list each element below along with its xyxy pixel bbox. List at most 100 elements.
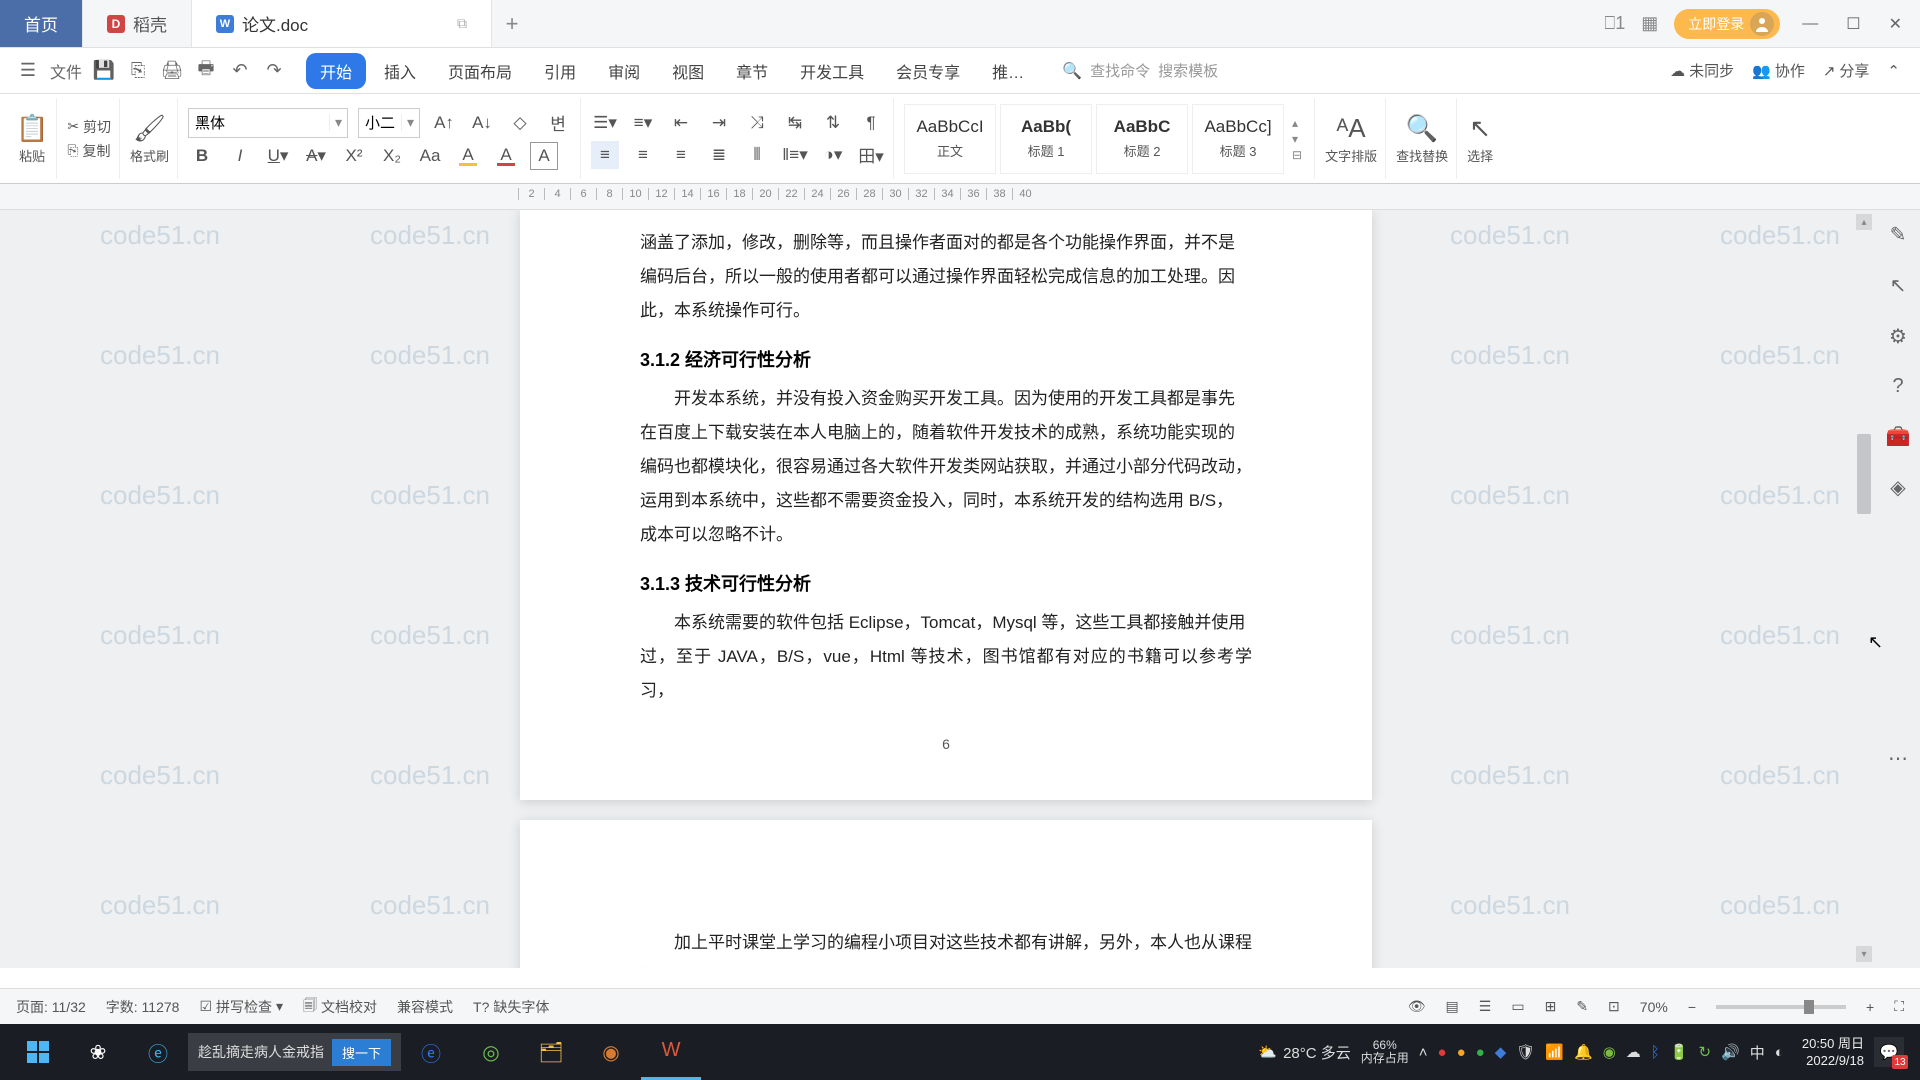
web-view-icon[interactable]: ⊞ — [1545, 998, 1557, 1015]
more-tools-icon[interactable]: ⋯ — [1888, 746, 1908, 771]
taskbar-search[interactable]: 趁乱摘走病人金戒指 搜一下 — [188, 1033, 401, 1071]
vertical-scrollbar[interactable]: ▴ ▾ — [1856, 214, 1872, 962]
scroll-up-icon[interactable]: ▴ — [1856, 214, 1872, 230]
document-area[interactable]: code51.cncode51.cncode51.cncode51.cncode… — [0, 210, 1920, 968]
clear-format-icon[interactable]: ◇ — [506, 109, 534, 137]
outline-view-icon[interactable]: ☰ — [1479, 998, 1492, 1015]
tab-page-layout[interactable]: 页面布局 — [434, 53, 526, 89]
zoom-level[interactable]: 70% — [1640, 999, 1668, 1015]
select-tool-icon[interactable]: ↖ — [1890, 273, 1907, 298]
settings-slider-icon[interactable]: ⚙ — [1889, 324, 1907, 349]
text-layout-button[interactable]: ᴬA文字排版 — [1325, 113, 1377, 165]
font-name-input[interactable] — [189, 109, 329, 137]
style-body[interactable]: AaBbCcI正文 — [904, 104, 996, 174]
zoom-thumb[interactable] — [1804, 1000, 1814, 1014]
grid-icon[interactable]: ▦ — [1641, 13, 1658, 34]
tab-chapters[interactable]: 章节 — [722, 53, 782, 89]
read-view-icon[interactable]: ▤ — [1446, 998, 1459, 1015]
phonetic-icon[interactable]: 변 — [544, 109, 572, 137]
redo-icon[interactable]: ↷ — [262, 59, 286, 83]
scroll-thumb[interactable] — [1857, 434, 1871, 514]
bell-icon[interactable]: 🔔 — [1574, 1043, 1593, 1061]
tab-detach-icon[interactable]: ⧉ — [457, 15, 467, 32]
bullets-button[interactable]: ☰▾ — [591, 109, 619, 137]
font-size-select[interactable]: ▾ — [358, 108, 420, 138]
tray-icon[interactable]: ● — [1457, 1044, 1466, 1061]
borders-button[interactable]: 田▾ — [857, 141, 885, 169]
tray-shield-icon[interactable]: 🛡 — [1516, 1043, 1535, 1061]
tray-icon[interactable]: ● — [1438, 1044, 1447, 1061]
font-name-select[interactable]: ▾ — [188, 108, 348, 138]
export-icon[interactable]: ⎘ — [126, 59, 150, 83]
increase-font-icon[interactable]: A↑ — [430, 109, 458, 137]
line-height-button[interactable]: ‖≡▾ — [781, 141, 809, 169]
tab-member[interactable]: 会员专享 — [882, 53, 974, 89]
copy-button[interactable]: ⎘ 复制 — [67, 141, 110, 161]
app-icon-1[interactable]: ◉ — [581, 1024, 641, 1080]
fit-width-icon[interactable]: ⊡ — [1608, 998, 1620, 1015]
status-word-count[interactable]: 字数: 11278 — [106, 997, 180, 1017]
align-right-button[interactable]: ≡ — [667, 141, 695, 169]
decrease-indent-button[interactable]: ⇤ — [667, 109, 695, 137]
fullscreen-icon[interactable]: ⛶ — [1894, 998, 1904, 1015]
scroll-down-icon[interactable]: ▾ — [1856, 946, 1872, 962]
style-heading3[interactable]: AaBbCc]标题 3 — [1192, 104, 1284, 174]
font-size-input[interactable] — [359, 109, 401, 137]
italic-button[interactable]: I — [226, 142, 254, 170]
paste-button[interactable]: 📋粘贴 — [16, 113, 48, 165]
zoom-out-button[interactable]: − — [1688, 999, 1696, 1015]
zoom-slider[interactable] — [1716, 1005, 1846, 1009]
align-justify-button[interactable]: ≣ — [705, 141, 733, 169]
tab-home[interactable]: 首页 — [0, 0, 83, 47]
tab-review[interactable]: 审阅 — [594, 53, 654, 89]
hamburger-icon[interactable]: ☰ — [16, 59, 40, 83]
status-spell-check[interactable]: ☑拼写检查▾ — [199, 997, 283, 1017]
superscript-button[interactable]: X² — [340, 142, 368, 170]
sync-status[interactable]: ☁未同步 — [1670, 60, 1734, 81]
status-compat-mode[interactable]: 兼容模式 — [397, 997, 453, 1017]
minimize-button[interactable]: — — [1796, 15, 1824, 33]
align-center-button[interactable]: ≡ — [629, 141, 657, 169]
styles-more-icon[interactable]: ⊟ — [1292, 148, 1302, 162]
eye-view-icon[interactable]: 👁 — [1408, 998, 1426, 1015]
wifi-icon[interactable]: 📶 — [1545, 1043, 1564, 1061]
tab-stops-button[interactable]: ↹ — [781, 109, 809, 137]
ie-icon[interactable]: ⓔ — [128, 1024, 188, 1080]
ruler[interactable]: 246810121416182022242628303234363840 — [0, 184, 1920, 210]
print-preview-icon[interactable]: 🖶 — [194, 59, 218, 83]
tray-circle-icon[interactable]: ◐ — [1775, 1044, 1784, 1061]
tab-view[interactable]: 视图 — [658, 53, 718, 89]
cut-button[interactable]: ✂ 剪切 — [67, 117, 111, 137]
highlight-view-icon[interactable]: ✎ — [1576, 998, 1588, 1015]
search-submit[interactable]: 搜一下 — [332, 1039, 391, 1066]
ime-indicator[interactable]: 中 — [1750, 1042, 1765, 1063]
tab-references[interactable]: 引用 — [530, 53, 590, 89]
distribute-button[interactable]: ⫴ — [743, 141, 771, 169]
battery-icon[interactable]: 🔋 — [1670, 1043, 1689, 1061]
char-border-button[interactable]: A — [530, 142, 558, 170]
undo-icon[interactable]: ↶ — [228, 59, 252, 83]
share-button[interactable]: ↗分享 — [1823, 60, 1870, 81]
line-spacing-button[interactable]: ⇅ — [819, 109, 847, 137]
start-button[interactable] — [8, 1024, 68, 1080]
tab-more[interactable]: 推… — [978, 53, 1038, 89]
chevron-down-icon[interactable]: ▾ — [329, 114, 347, 131]
status-doc-check[interactable]: 🗐文档校对 — [303, 995, 377, 1019]
save-icon[interactable]: 💾 — [92, 59, 116, 83]
show-marks-button[interactable]: ¶ — [857, 109, 885, 137]
page-view-icon[interactable]: ▭ — [1511, 998, 1524, 1015]
onedrive-icon[interactable]: ☁ — [1626, 1043, 1641, 1061]
pen-tool-icon[interactable]: ✎ — [1890, 222, 1907, 247]
chrome-icon[interactable]: ◎ — [461, 1024, 521, 1080]
numbering-button[interactable]: ≡▾ — [629, 109, 657, 137]
file-menu[interactable]: 文件 — [50, 59, 82, 83]
format-painter-button[interactable]: 🖌格式刷 — [130, 113, 169, 165]
file-explorer-icon[interactable]: 🗂 — [521, 1024, 581, 1080]
sort-button[interactable]: ⤨ — [743, 109, 771, 137]
login-button[interactable]: 立即登录 — [1674, 9, 1780, 39]
chevron-down-icon[interactable]: ▾ — [401, 114, 419, 131]
select-button[interactable]: ↖选择 — [1467, 113, 1493, 165]
help-icon[interactable]: ? — [1892, 375, 1903, 398]
change-case-button[interactable]: Aa — [416, 142, 444, 170]
tab-document[interactable]: W 论文.doc ⧉ — [192, 0, 492, 47]
